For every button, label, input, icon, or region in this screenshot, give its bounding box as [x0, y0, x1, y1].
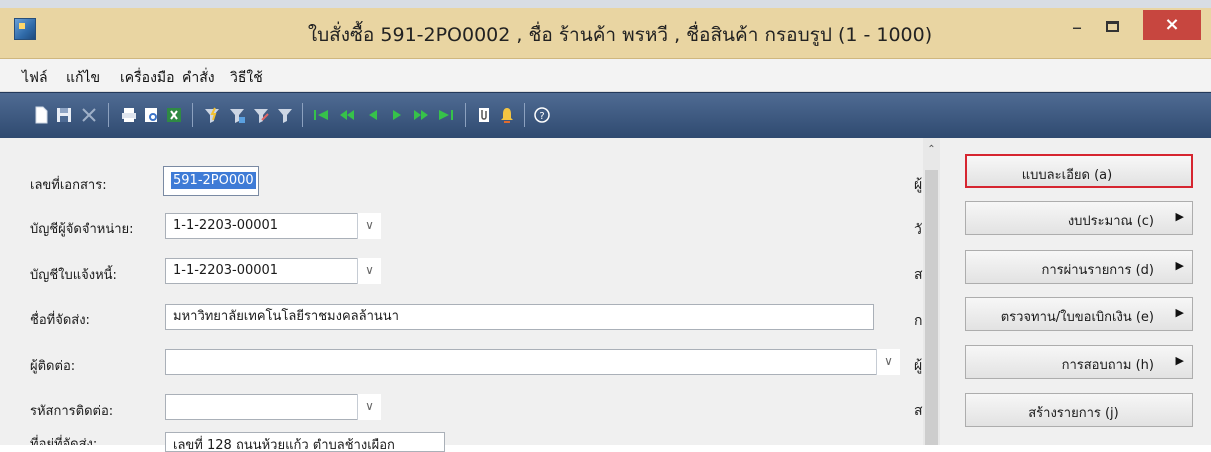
vendor-account-combo[interactable]: 1-1-2203-00001	[165, 213, 381, 239]
address-field[interactable]: เลขที่ 128 ถนนห้วยแก้ว ตำบลช้างเผือก	[165, 432, 445, 452]
vendor-account-value: 1-1-2203-00001	[173, 218, 279, 233]
print-icon[interactable]	[120, 106, 138, 124]
vendor-account-label: บัญชีผู้จัดจำหน่าย:	[30, 222, 134, 237]
doc-no-field[interactable]: 591-2PO000	[163, 166, 259, 196]
toolbar-separator	[302, 103, 303, 127]
save-icon[interactable]	[55, 106, 73, 124]
prev-page-icon[interactable]	[338, 106, 356, 124]
filter-add-icon[interactable]	[228, 106, 246, 124]
menu-tools[interactable]: เครื่องมือ	[120, 67, 175, 89]
menu-command[interactable]: คำสั่ง	[182, 67, 215, 89]
contact-dropdown-icon[interactable]: ∨	[876, 349, 900, 375]
invoice-account-value: 1-1-2203-00001	[173, 263, 279, 278]
scroll-up-arrow-icon[interactable]: ⌃	[925, 144, 938, 156]
invoice-account-dropdown-icon[interactable]: ∨	[357, 258, 381, 284]
contact-combo[interactable]	[165, 349, 900, 375]
clipped-label: ก	[914, 313, 923, 329]
submenu-arrow-icon: ▶	[1175, 210, 1184, 223]
details-button[interactable]: แบบละเอียด (a)	[965, 154, 1193, 188]
svg-text:?: ?	[539, 111, 544, 122]
app-icon	[14, 18, 36, 40]
address-label: ที่อยู่ที่จัดส่ง:	[30, 437, 98, 445]
review-requisition-button[interactable]: ตรวจทาน/ใบขอเบิกเงิน (e) ▶	[965, 297, 1193, 331]
invoice-account-combo[interactable]: 1-1-2203-00001	[165, 258, 381, 284]
toolbar: ?	[0, 92, 1211, 139]
next-page-icon[interactable]	[412, 106, 430, 124]
scrollbar-thumb[interactable]	[925, 170, 938, 445]
doc-no-label: เลขที่เอกสาร:	[30, 178, 107, 193]
contact-label: ผู้ติดต่อ:	[30, 359, 76, 374]
next-record-icon[interactable]	[388, 106, 406, 124]
submenu-arrow-icon: ▶	[1175, 259, 1184, 272]
budget-button[interactable]: งบประมาณ (c) ▶	[965, 201, 1193, 235]
delivery-name-label: ชื่อที่จัดส่ง:	[30, 313, 90, 328]
help-icon[interactable]: ?	[533, 106, 551, 124]
prev-record-icon[interactable]	[364, 106, 382, 124]
attach-icon[interactable]	[475, 106, 493, 124]
contact-code-combo[interactable]	[165, 394, 381, 420]
clipped-label: ผู้	[914, 358, 923, 374]
menu-edit[interactable]: แก้ไข	[66, 67, 100, 89]
create-lines-button[interactable]: สร้างรายการ (j)	[965, 393, 1193, 427]
toolbar-separator	[465, 103, 466, 127]
toolbar-separator	[108, 103, 109, 127]
filter-edit-icon[interactable]	[252, 106, 270, 124]
menu-file[interactable]: ไฟล์	[22, 67, 48, 89]
export-icon[interactable]	[165, 106, 183, 124]
filter-icon[interactable]	[203, 106, 221, 124]
submenu-arrow-icon: ▶	[1175, 354, 1184, 367]
filter-clear-icon[interactable]	[276, 106, 294, 124]
address-value: เลขที่ 128 ถนนห้วยแก้ว ตำบลช้างเผือก	[173, 438, 395, 452]
clipped-label: ผู้	[914, 177, 923, 193]
doc-no-value: 591-2PO000	[171, 172, 256, 189]
window-top-strip	[0, 0, 1211, 8]
invoice-account-label: บัญชีใบแจ้งหนี้:	[30, 268, 117, 283]
last-record-icon[interactable]	[437, 106, 455, 124]
close-button[interactable]: ×	[1143, 10, 1201, 40]
window-title: ใบสั่งซื้อ 591-2PO0002 , ชื่อ ร้านค้า พร…	[307, 24, 933, 46]
form-panel	[0, 138, 930, 445]
minimize-button[interactable]: –	[1062, 13, 1092, 43]
first-record-icon[interactable]	[312, 106, 330, 124]
alert-icon[interactable]	[498, 106, 516, 124]
clipped-label: ส	[914, 267, 923, 283]
menu-help[interactable]: วิธีใช้	[230, 67, 263, 89]
contact-code-label: รหัสการติดต่อ:	[30, 404, 114, 419]
toolbar-separator	[524, 103, 525, 127]
new-icon[interactable]	[32, 106, 50, 124]
contact-code-dropdown-icon[interactable]: ∨	[357, 394, 381, 420]
delivery-name-value: มหาวิทยาลัยเทคโนโลยีราชมงคลล้านนา	[173, 309, 399, 324]
maximize-button[interactable]	[1098, 13, 1128, 43]
toolbar-separator	[192, 103, 193, 127]
clipped-label: วั	[914, 222, 922, 238]
inquiry-button[interactable]: การสอบถาม (h) ▶	[965, 345, 1193, 379]
posting-button[interactable]: การผ่านรายการ (d) ▶	[965, 250, 1193, 284]
vendor-account-dropdown-icon[interactable]: ∨	[357, 213, 381, 239]
delete-icon[interactable]	[80, 106, 98, 124]
menu-bar: ไฟล์ แก้ไข เครื่องมือ คำสั่ง วิธีใช้	[0, 59, 1211, 92]
clipped-label: ส	[914, 403, 923, 419]
delivery-name-field[interactable]: มหาวิทยาลัยเทคโนโลยีราชมงคลล้านนา	[165, 304, 874, 330]
preview-icon[interactable]	[142, 106, 160, 124]
submenu-arrow-icon: ▶	[1175, 306, 1184, 319]
